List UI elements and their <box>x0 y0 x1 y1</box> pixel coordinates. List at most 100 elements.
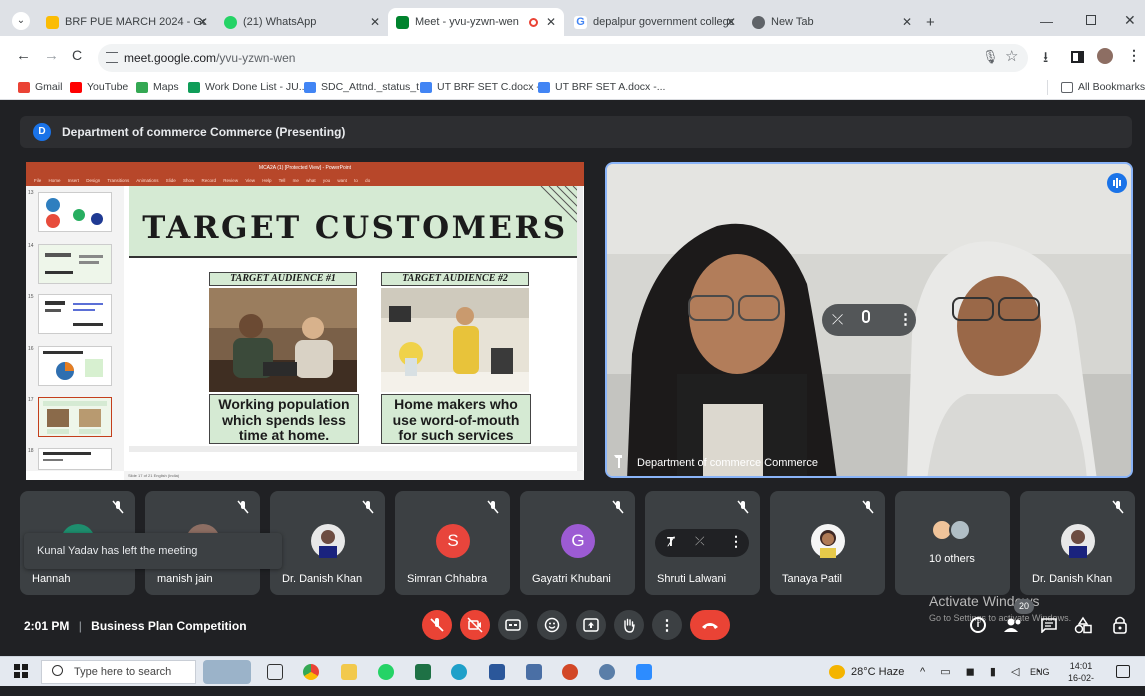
restore-button[interactable] <box>1086 15 1096 25</box>
windows-start-icon[interactable] <box>14 664 28 678</box>
close-icon[interactable]: ✕ <box>546 15 556 29</box>
tab-new-tab[interactable]: New Tab ✕ <box>744 8 920 36</box>
notification-icon[interactable] <box>1116 665 1130 678</box>
leave-call-button[interactable] <box>690 610 730 640</box>
file-explorer-icon[interactable] <box>341 664 357 680</box>
network-app-icon[interactable] <box>526 664 542 680</box>
tray-icons[interactable]: ^ ▭ ◼ ▮ ◁ ◔ <box>920 665 1047 678</box>
host-controls-button[interactable] <box>1111 615 1129 635</box>
more-options-icon[interactable]: ⋮ <box>898 310 913 328</box>
zoom-icon[interactable] <box>636 664 652 680</box>
side-panel-icon[interactable] <box>1071 51 1084 63</box>
photos-icon[interactable] <box>599 664 615 680</box>
excel-icon[interactable] <box>415 664 431 680</box>
shared-screen[interactable]: MCA2A (1) [Protected View] - PowerPoint … <box>26 162 584 480</box>
present-button[interactable] <box>576 610 606 640</box>
captions-button[interactable] <box>498 610 528 640</box>
present-screen-icon <box>583 618 599 632</box>
others-count: 10 others <box>929 553 975 565</box>
more-options-icon[interactable]: ⋮ <box>729 533 743 550</box>
bookmark-gmail[interactable]: Gmail <box>18 81 62 93</box>
tab-label: Meet - yvu-yzwn-wen <box>415 16 519 28</box>
back-button[interactable]: ← <box>16 47 31 64</box>
mic-icon[interactable]: 🎙 <box>982 49 999 65</box>
camera-toggle-button[interactable] <box>460 610 490 640</box>
whatsapp-taskbar-icon[interactable] <box>378 664 394 680</box>
close-icon[interactable]: ✕ <box>902 15 912 29</box>
minimize-button[interactable]: — <box>1040 14 1053 29</box>
participant-tile-simran[interactable]: S Simran Chhabra <box>395 491 510 595</box>
reload-button[interactable]: C <box>72 47 82 63</box>
tab-brf-pue[interactable]: BRF PUE MARCH 2024 - Google ✕ <box>38 8 216 36</box>
slide-scrollbar[interactable] <box>577 186 583 471</box>
bookmark-youtube[interactable]: YouTube <box>70 81 128 93</box>
mic-off-icon[interactable]: ⤫ <box>695 534 705 549</box>
activities-icon <box>1074 616 1092 634</box>
taskbar-search-input[interactable]: Type here to search <box>41 660 196 684</box>
bookmark-work-done[interactable]: Work Done List - JU... <box>188 81 308 93</box>
search-highlight-icon[interactable] <box>203 660 251 684</box>
participant-tile-shruti[interactable]: Ⱦ ⤫ ⋮ Shruti Lalwani <box>645 491 760 595</box>
mic-off-icon <box>360 499 376 515</box>
close-icon[interactable]: ✕ <box>370 15 380 29</box>
participant-tile-danish[interactable]: Dr. Danish Khan <box>270 491 385 595</box>
participant-tile-tanaya[interactable]: Tanaya Patil <box>770 491 885 595</box>
chat-button[interactable] <box>1040 617 1058 633</box>
mic-toggle-button[interactable] <box>422 610 452 640</box>
bookmark-maps[interactable]: Maps <box>136 81 179 93</box>
tab-search-button[interactable]: ⌄ <box>12 12 30 30</box>
taskbar-clock[interactable]: 14:01 16-02-2024 <box>1058 660 1104 696</box>
homemaker-photo <box>381 288 529 392</box>
language-indicator[interactable]: ENG <box>1030 667 1050 677</box>
tab-meet[interactable]: Meet - yvu-yzwn-wen ✕ <box>388 8 564 36</box>
avatar: S <box>436 524 470 558</box>
slide-thumbnail-current <box>38 397 112 437</box>
task-view-icon[interactable] <box>267 664 283 680</box>
download-icon[interactable]: ⭳ <box>1043 47 1048 72</box>
tab-whatsapp[interactable]: (21) WhatsApp ✕ <box>216 8 388 36</box>
edge-icon[interactable] <box>451 664 467 680</box>
more-options-button[interactable]: ⋮ <box>652 610 682 640</box>
slide-title: TARGET CUSTOMERS <box>142 210 568 246</box>
word-icon[interactable] <box>489 664 505 680</box>
chrome-taskbar-icon[interactable] <box>303 664 319 680</box>
pin-icon[interactable] <box>614 455 622 468</box>
slide-canvas: TARGET CUSTOMERS TARGET AUDIENCE #1 TARG… <box>129 186 581 446</box>
participant-tile-danish-2[interactable]: Dr. Danish Khan <box>1020 491 1135 595</box>
menu-kebab-icon[interactable]: ⋮ <box>1127 47 1141 64</box>
participant-tile-others[interactable]: 10 others <box>895 491 1010 595</box>
pin-off-icon[interactable]: ⤫ <box>832 311 843 328</box>
tab-depalpur[interactable]: G depalpur government college a ✕ <box>566 8 744 36</box>
meeting-details-button[interactable]: i <box>970 617 986 633</box>
participant-tile-gayatri[interactable]: G Gayatri Khubani <box>520 491 635 595</box>
slide-hscrollbar[interactable] <box>129 446 581 452</box>
slide-thumbnails: 13 14 15 16 17 18 <box>26 186 124 471</box>
profile-avatar[interactable] <box>1097 48 1113 64</box>
all-bookmarks[interactable]: All Bookmarks <box>1061 81 1145 93</box>
site-info-icon[interactable] <box>106 52 118 63</box>
close-icon[interactable]: ✕ <box>198 15 208 29</box>
bookmark-star-icon[interactable]: ☆ <box>1005 47 1018 65</box>
speaking-indicator-icon <box>1107 173 1127 193</box>
powerpoint-icon[interactable] <box>562 664 578 680</box>
mic-off-icon <box>110 499 126 515</box>
activities-button[interactable] <box>1074 616 1092 634</box>
new-tab-button[interactable]: + <box>926 14 935 31</box>
bookmark-sdc[interactable]: SDC_Attnd._status_t... <box>304 81 428 93</box>
powerpoint-ribbon: File Home Insert Design Transitions Anim… <box>26 175 584 186</box>
current-slide-thumb <box>43 401 107 434</box>
forward-button[interactable]: → <box>44 47 59 64</box>
raise-hand-button[interactable] <box>614 610 644 640</box>
address-bar[interactable]: meet.google.com/yvu-yzwn-wen <box>98 44 1028 72</box>
close-window-button[interactable]: ✕ <box>1124 12 1136 29</box>
mic-icon[interactable] <box>862 310 870 323</box>
people-button[interactable] <box>1003 616 1023 634</box>
close-icon[interactable]: ✕ <box>726 15 736 29</box>
pin-icon[interactable]: Ⱦ <box>667 534 675 549</box>
bookmark-ut-brf-c[interactable]: UT BRF SET C.docx -... <box>420 81 549 93</box>
reactions-button[interactable] <box>537 610 567 640</box>
weather-text[interactable]: 28°C Haze <box>851 666 904 678</box>
bookmark-ut-brf-a[interactable]: UT BRF SET A.docx -... <box>538 81 665 93</box>
participant-name: Dr. Danish Khan <box>1032 573 1113 585</box>
mic-off-icon <box>735 499 751 515</box>
